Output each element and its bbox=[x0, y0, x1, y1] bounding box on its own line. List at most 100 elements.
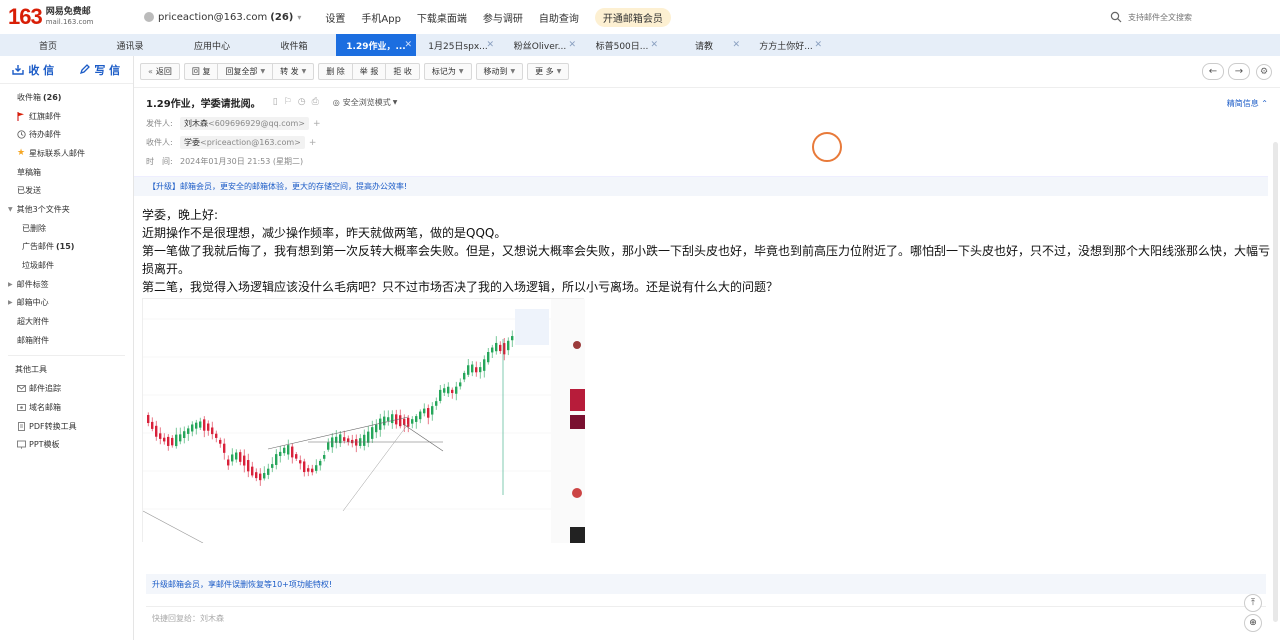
candle-body bbox=[151, 421, 154, 429]
nav-self-service[interactable]: 自助查询 bbox=[539, 10, 579, 25]
reply-all-button[interactable]: 回复全部 ▼ bbox=[217, 63, 273, 80]
add-contact-icon[interactable]: + bbox=[309, 138, 317, 148]
prev-mail-button[interactable]: ← bbox=[1202, 63, 1224, 80]
candle-body bbox=[399, 415, 402, 427]
settings-gear-button[interactable]: ⚙ bbox=[1256, 64, 1272, 80]
sidebar-item-sent[interactable]: 已发送 bbox=[0, 181, 133, 200]
candle-body bbox=[439, 389, 442, 401]
tab-contacts[interactable]: 通讯录 bbox=[90, 34, 170, 56]
candle-body bbox=[203, 419, 206, 431]
close-icon[interactable]: ✕ bbox=[732, 40, 740, 50]
upgrade-banner[interactable]: 【升级】邮箱会员，更安全的邮箱体验，更大的存储空间，提高办公效率! bbox=[134, 176, 1268, 196]
nav-desktop-download[interactable]: 下载桌面端 bbox=[417, 10, 467, 25]
candle-body bbox=[363, 434, 366, 446]
add-contact-icon[interactable]: + bbox=[313, 119, 321, 129]
candle-body bbox=[495, 342, 498, 352]
compose-button[interactable]: 写 信 bbox=[67, 62, 134, 78]
double-chevron-left-icon: « bbox=[148, 67, 153, 76]
logo[interactable]: 163 网易免费邮 mail.163.com bbox=[8, 4, 128, 30]
candle-body bbox=[499, 344, 502, 352]
delete-button[interactable]: 删 除 bbox=[318, 63, 352, 80]
tab-app-center[interactable]: 应用中心 bbox=[172, 34, 252, 56]
nav-survey[interactable]: 参与调研 bbox=[483, 10, 523, 25]
close-icon[interactable]: ✕ bbox=[404, 40, 412, 50]
sidebar-item-todo[interactable]: 待办邮件 bbox=[0, 125, 133, 144]
body-paragraph: 第一笔做了我就后悔了，我有想到第一次反转大概率会失败。但是，又想说大概率会失败，… bbox=[142, 244, 1271, 276]
candle-body bbox=[331, 437, 334, 448]
tool-domain-mail[interactable]: 域名邮箱 bbox=[0, 398, 133, 417]
to-chip[interactable]: 学委<priceaction@163.com> bbox=[180, 136, 305, 149]
candle-body bbox=[479, 367, 482, 373]
tab-inbox[interactable]: 收件箱 bbox=[254, 34, 334, 56]
candle-body bbox=[215, 433, 218, 438]
vip-button[interactable]: 开通邮箱会员 bbox=[594, 7, 671, 27]
tool-ppt-template[interactable]: PPT模板 bbox=[0, 435, 133, 454]
quick-reply-input[interactable]: 快捷回复给：刘木森 bbox=[146, 606, 1266, 630]
candle-body bbox=[467, 365, 470, 375]
candle-body bbox=[251, 466, 254, 476]
receive-button[interactable]: 收 信 bbox=[0, 62, 67, 78]
tab-mail-spx[interactable]: 1月25日spx... ✕ bbox=[418, 34, 498, 56]
search-input[interactable] bbox=[1128, 12, 1258, 22]
sidebar-item-deleted[interactable]: 已删除 bbox=[0, 219, 133, 238]
clock-icon[interactable]: ◷ bbox=[298, 97, 306, 107]
from-chip[interactable]: 刘木森<609696929@qq.com> bbox=[180, 117, 309, 130]
sidebar-group-other-folders[interactable]: ▼ 其他3个文件夹 bbox=[0, 200, 133, 219]
compact-info-link[interactable]: 精简信息 ⌃ bbox=[1227, 98, 1268, 109]
scroll-top-button[interactable]: ⤒ bbox=[1244, 594, 1262, 612]
flag-outline-icon[interactable]: ⚐ bbox=[284, 97, 292, 107]
sidebar-item-starred[interactable]: ★ 星标联系人邮件 bbox=[0, 144, 133, 163]
sidebar-item-spam[interactable]: 垃圾邮件 bbox=[0, 256, 133, 275]
safe-mode-toggle[interactable]: ◎ 安全浏览模式 ▼ bbox=[333, 97, 398, 108]
close-icon[interactable]: ✕ bbox=[568, 40, 576, 50]
tab-mail-sp500[interactable]: 标普500日... ✕ bbox=[582, 34, 662, 56]
sidebar-group-labels[interactable]: ▶ 邮件标签 bbox=[0, 275, 133, 294]
candle-body bbox=[223, 443, 226, 453]
search-box[interactable] bbox=[1110, 8, 1270, 26]
mark-as-button[interactable]: 标记为 ▼ bbox=[423, 63, 472, 80]
mail-header: 1.29作业，学委请批阅。 ▯ ⚐ ◷ ⎙ ◎ 安全浏览模式 ▼ 精简信息 ⌃ 发件… bbox=[134, 88, 1280, 176]
nav-mobile-app[interactable]: 手机App bbox=[361, 10, 401, 25]
candle-body bbox=[427, 408, 430, 418]
tab-home[interactable]: 首页 bbox=[8, 34, 88, 56]
tab-mail-oliver[interactable]: 粉丝Oliver... ✕ bbox=[500, 34, 580, 56]
triangle-right-icon: ▶ bbox=[8, 299, 13, 307]
print-icon[interactable]: ⎙ bbox=[312, 97, 319, 107]
candlestick-chart-image bbox=[142, 299, 585, 544]
close-icon[interactable]: ✕ bbox=[486, 40, 494, 50]
reject-button[interactable]: 拒 收 bbox=[385, 63, 420, 80]
chart-screenshot-image[interactable] bbox=[142, 298, 585, 544]
sidebar-item-drafts[interactable]: 草稿箱 bbox=[0, 163, 133, 182]
sidebar-item-flagged[interactable]: 红旗邮件 bbox=[0, 107, 133, 126]
nav-settings[interactable]: 设置 bbox=[325, 10, 345, 25]
tool-mail-tracking[interactable]: 邮件追踪 bbox=[0, 379, 133, 398]
report-button[interactable]: 举 报 bbox=[351, 63, 386, 80]
next-mail-button[interactable]: → bbox=[1228, 63, 1250, 80]
bottom-upgrade-banner[interactable]: 升级邮箱会员，享邮件误删恢复等10+项功能特权! bbox=[146, 574, 1266, 594]
chevron-down-icon: ▼ bbox=[301, 68, 307, 75]
forward-button[interactable]: 转 发 ▼ bbox=[272, 63, 315, 80]
bookmark-icon[interactable]: ▯ bbox=[273, 97, 278, 107]
zoom-button[interactable]: ⊕ bbox=[1244, 614, 1262, 632]
back-button[interactable]: «返回 bbox=[140, 63, 180, 80]
account-count: (26) bbox=[270, 11, 294, 23]
tab-mail-hello[interactable]: 方方土你好... ✕ bbox=[746, 34, 826, 56]
account-menu[interactable]: priceaction@163.com (26) ▾ bbox=[144, 12, 301, 23]
tab-mail-ask[interactable]: 请教 ✕ bbox=[664, 34, 744, 56]
sidebar-item-ads[interactable]: 广告邮件 (15) bbox=[0, 238, 133, 257]
candle-body bbox=[447, 386, 450, 394]
sidebar-item-attachments[interactable]: 邮箱附件 bbox=[0, 331, 133, 350]
close-icon[interactable]: ✕ bbox=[650, 40, 658, 50]
more-button[interactable]: 更 多 ▼ bbox=[527, 63, 570, 80]
sidebar-item-large-attachments[interactable]: 超大附件 bbox=[0, 312, 133, 331]
reply-button[interactable]: 回 复 bbox=[183, 63, 218, 80]
tool-pdf-convert[interactable]: PDF转换工具 bbox=[0, 417, 133, 436]
candle-body bbox=[303, 461, 306, 473]
sidebar-item-inbox[interactable]: 收件箱 (26) bbox=[0, 88, 133, 107]
close-icon[interactable]: ✕ bbox=[814, 40, 822, 50]
move-to-button[interactable]: 移动到 ▼ bbox=[475, 63, 524, 80]
tab-current-mail[interactable]: 1.29作业，... ✕ bbox=[336, 34, 416, 56]
zoom-icon: ⊕ bbox=[1249, 618, 1257, 628]
sidebar-group-mail-center[interactable]: ▶ 邮箱中心 bbox=[0, 294, 133, 313]
scrollbar[interactable] bbox=[1273, 142, 1278, 622]
